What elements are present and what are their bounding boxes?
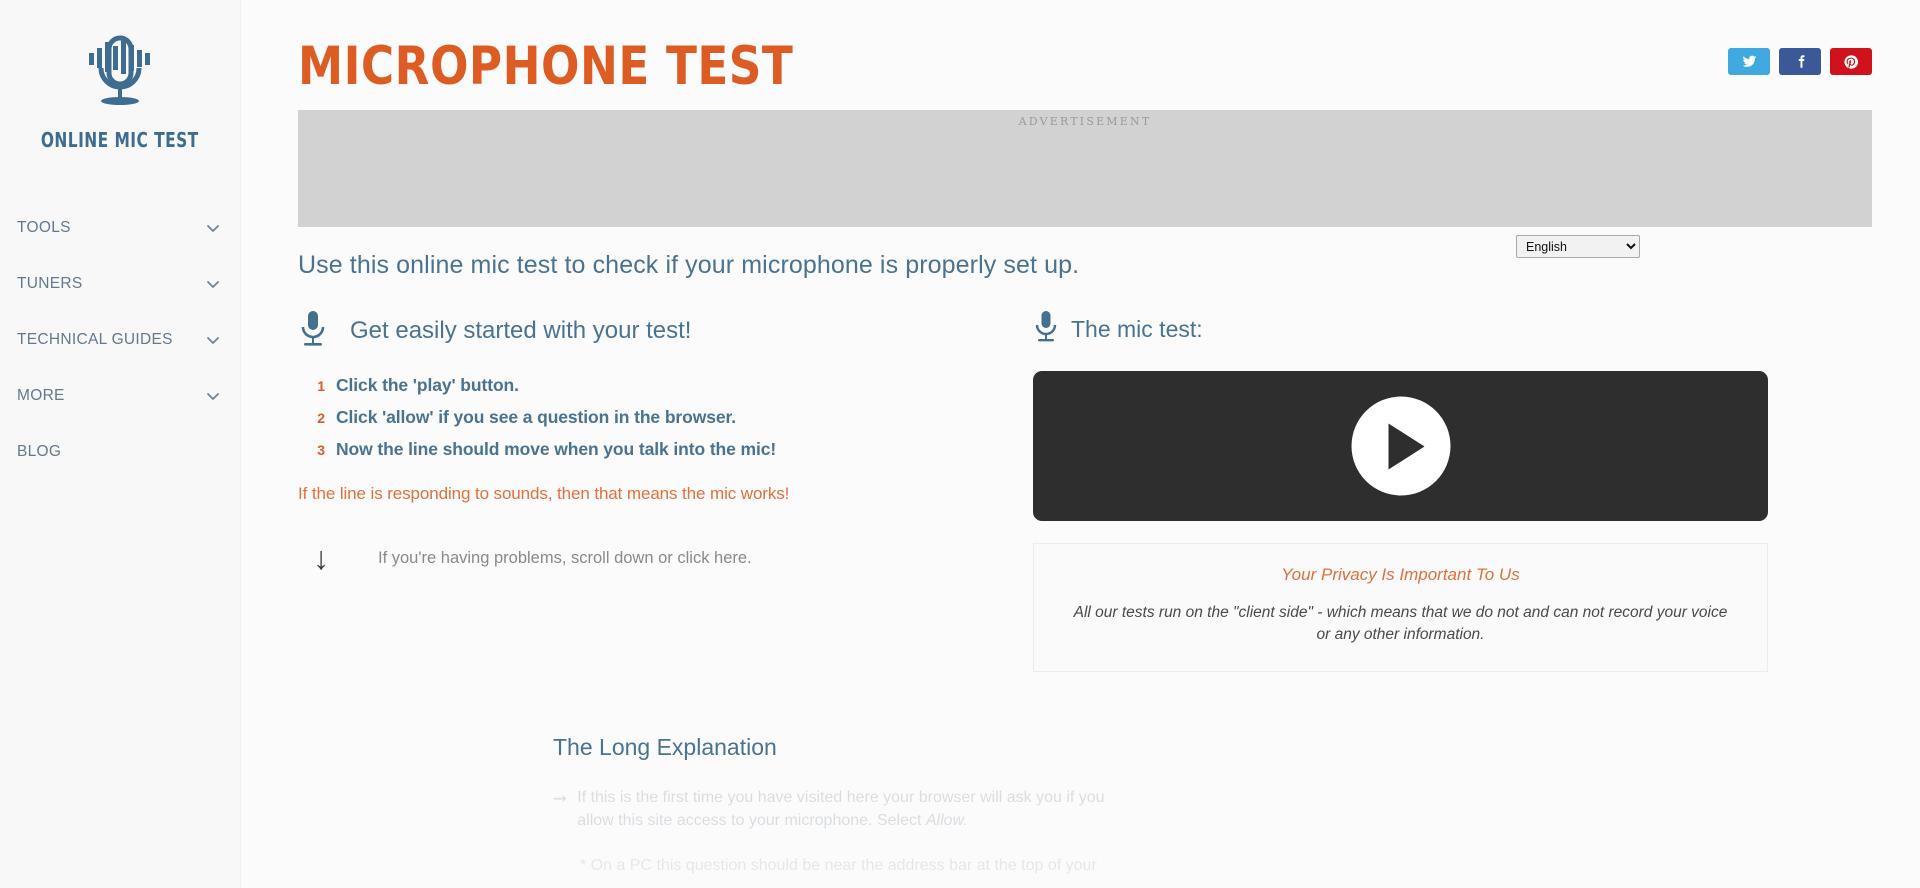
mic-test-heading-row: The mic test: [1033,309,1872,349]
content-columns: Get easily started with your test! 1 Cli… [298,309,1872,672]
page-root: ONLINE MIC TEST TOOLS TUNERS TECHNICAL G… [0,0,1920,888]
logo-text: ONLINE MIC TEST [41,128,199,152]
sidebar-item-blog[interactable]: BLOG [0,424,240,480]
play-button-icon [1388,423,1425,469]
sidebar-item-technical-guides[interactable]: TECHNICAL GUIDES [0,312,240,368]
instructions-heading: Get easily started with your test! [350,317,692,344]
chevron-down-icon [206,277,220,291]
help-row[interactable]: ↓ If you're having problems, scroll down… [298,542,938,574]
list-item: 2 Click 'allow' if you see a question in… [316,407,938,428]
sidebar-item-tuners[interactable]: TUNERS [0,256,240,312]
privacy-title: Your Privacy Is Important To Us [1281,565,1520,584]
sidebar-item-label: MORE [17,387,65,404]
sidebar-item-label: TUNERS [17,275,83,292]
help-text: If you're having problems, scroll down o… [378,548,752,567]
tagline-row: English Use this online mic test to chec… [298,227,1872,289]
step-number: 2 [317,410,325,426]
arrow-down-icon: ↓ [313,540,329,576]
share-facebook-button[interactable] [1779,48,1821,75]
sidebar: ONLINE MIC TEST TOOLS TUNERS TECHNICAL G… [0,0,241,888]
mic-works-note: If the line is responding to sounds, the… [298,484,790,503]
step-text: Click 'allow' if you see a question in t… [336,407,736,427]
twitter-icon [1742,54,1757,69]
privacy-notice: Your Privacy Is Important To Us All our … [1033,543,1768,672]
microphone-icon [1033,309,1059,349]
long-explanation-body: ➞ If this is the first time you have vis… [553,786,1133,878]
list-item: 3 Now the line should move when you talk… [316,439,938,460]
step-number: 3 [317,442,325,458]
arrow-right-icon: ➞ [553,789,568,808]
sidebar-item-label: BLOG [17,443,62,460]
sidebar-item-label: TOOLS [17,219,71,236]
social-share-buttons [1728,48,1872,75]
sidebar-item-tools[interactable]: TOOLS [0,200,240,256]
sidebar-nav: TOOLS TUNERS TECHNICAL GUIDES MORE BLOG [0,200,240,480]
page-tagline: Use this online mic test to check if you… [298,251,1080,279]
explanation-paragraph-row: ➞ If this is the first time you have vis… [553,786,1133,832]
facebook-icon [1793,54,1808,69]
explanation-note: * On a PC this question should be near t… [580,857,1097,875]
microphone-waveform-logo-icon [68,22,172,126]
advertisement-banner-top[interactable]: ADVERTISEMENT [298,110,1872,227]
instructions-heading-row: Get easily started with your test! [298,309,938,353]
steps-list: 1 Click the 'play' button. 2 Click 'allo… [316,375,938,460]
play-button[interactable] [1351,396,1450,496]
step-text: Now the line should move when you talk i… [336,439,777,459]
chevron-down-icon [206,389,220,403]
sidebar-item-label: TECHNICAL GUIDES [17,331,173,348]
page-title: MICROPHONE TEST [298,36,794,97]
sidebar-item-more[interactable]: MORE [0,368,240,424]
share-pinterest-button[interactable] [1830,48,1872,75]
share-twitter-button[interactable] [1728,48,1770,75]
long-explanation-heading: The Long Explanation [553,734,777,760]
privacy-body: All our tests run on the "client side" -… [1073,604,1728,644]
mic-test-heading: The mic test: [1071,315,1203,342]
step-text: Click the 'play' button. [336,375,519,395]
explanation-paragraph: If this is the first time you have visit… [577,786,1133,832]
advertisement-label: ADVERTISEMENT [1018,115,1152,128]
pinterest-icon [1843,54,1859,70]
explanation-emphasis: Allow. [925,812,968,830]
chevron-down-icon [206,221,220,235]
main-content: MICROPHONE TEST ADVERTISEMENT English Us… [241,0,1920,888]
language-select[interactable]: English [1516,235,1640,258]
mic-test-player[interactable] [1033,371,1768,521]
site-logo[interactable]: ONLINE MIC TEST [0,0,240,152]
chevron-down-icon [206,333,220,347]
mic-test-column: The mic test: Your Privacy Is Important … [938,309,1872,672]
top-bar: MICROPHONE TEST [241,0,1920,93]
instructions-column: Get easily started with your test! 1 Cli… [298,309,938,672]
microphone-icon [298,309,328,353]
list-item: 1 Click the 'play' button. [316,375,938,396]
explanation-lead: If this is the first time you have visit… [577,789,1105,830]
step-number: 1 [317,378,325,394]
